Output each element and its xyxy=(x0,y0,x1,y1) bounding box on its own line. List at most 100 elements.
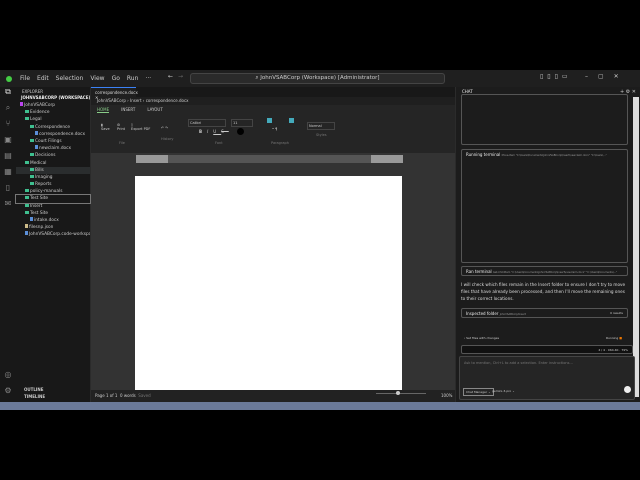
export-pdf-button[interactable]: ▯ Export PDF xyxy=(131,123,150,131)
account-icon[interactable]: ◎ xyxy=(0,370,16,386)
tree-item[interactable]: Correspondence xyxy=(16,124,90,131)
inspected-result: 0 results xyxy=(610,311,623,315)
search-icon[interactable]: ⌕ xyxy=(0,103,16,119)
tool-output-box xyxy=(461,94,628,145)
tree-item[interactable]: Test Site xyxy=(15,194,91,204)
inspected-folder-box[interactable]: Inspected folder JohnVSABCorp/Insert 0 re… xyxy=(461,308,628,318)
running-terminal-label: Running terminal xyxy=(466,152,501,157)
explorer-icon[interactable]: ⧉ xyxy=(0,87,16,103)
progress-text: 4 / 4 · 064.4K · 79% xyxy=(598,348,628,352)
editor-tab[interactable]: correspondence.docx ✕ xyxy=(91,87,138,100)
tree-item-label: JohnVSABCorp xyxy=(24,103,56,108)
tree-item[interactable]: Legal xyxy=(16,116,90,123)
menu-file[interactable]: File xyxy=(20,75,30,82)
document-editor: correspondence.docx ✕ JohnVSABCorp › Ins… xyxy=(91,87,455,402)
settings-gear-icon[interactable]: ⚙ xyxy=(0,386,16,402)
style-select[interactable]: Normal xyxy=(307,122,335,130)
tree-item[interactable]: Bills xyxy=(16,166,90,174)
menu-run[interactable]: Run xyxy=(127,75,139,82)
folder-icon xyxy=(30,124,34,128)
chat-input[interactable]: Ask to mention, Ctrl+L to add a selectio… xyxy=(459,356,635,400)
tree-item-label: Evidence xyxy=(30,110,50,116)
tree-item[interactable]: Imaging xyxy=(16,174,90,181)
workspace-header[interactable]: JOHNVSABCORP (WORKSPACE) xyxy=(16,94,90,102)
layout-icons[interactable]: ▯▯▯▭ xyxy=(540,73,572,80)
folder-icon xyxy=(30,174,34,178)
menu-view[interactable]: View xyxy=(90,75,104,82)
breadcrumb-item[interactable]: Insert xyxy=(130,98,141,103)
font-select[interactable]: Calibri xyxy=(188,119,226,127)
scrollbar[interactable] xyxy=(633,97,639,397)
folder-icon xyxy=(25,160,29,164)
tree-item[interactable]: Court Filings xyxy=(16,138,90,145)
timeline-section[interactable]: TIMELINE xyxy=(24,394,45,399)
keep-files-toggle[interactable]: › Set files with changes xyxy=(464,336,499,340)
align-left-button[interactable] xyxy=(267,118,272,123)
tree-item[interactable]: intake.docx xyxy=(16,217,90,224)
ran-terminal-box[interactable]: Ran terminal Get-ChildItem "C:\Users\Doc… xyxy=(461,266,628,276)
breadcrumb-item[interactable]: JohnVSABCorp xyxy=(97,98,126,103)
tree-item[interactable]: filesnp.json xyxy=(16,224,90,231)
command-center-search[interactable]: ⌕ JohnVSABCorp (Workspace) [Administrato… xyxy=(190,73,445,84)
tab-insert[interactable]: INSERT xyxy=(121,107,135,113)
folder-icon xyxy=(30,153,34,157)
tab-layout[interactable]: LAYOUT xyxy=(147,107,163,113)
window-controls[interactable]: –▢✕ xyxy=(585,73,629,80)
inspected-path: JohnVSABCorp/Insert xyxy=(499,313,526,316)
folder-icon xyxy=(25,210,29,214)
text-color-button[interactable] xyxy=(237,128,244,135)
folder-icon xyxy=(25,189,29,193)
tree-item[interactable]: JohnVSABCorp.code-workspace xyxy=(16,231,90,238)
document-icon[interactable]: ▯ xyxy=(0,183,16,199)
tree-item-label: Reports xyxy=(35,182,52,188)
tree-item-label: Decisions xyxy=(35,153,56,159)
model-select[interactable]: gemini-3-pro ⌄ xyxy=(492,389,515,393)
file-tree: JohnVSABCorp Evidence Legal Correspondence c… xyxy=(15,102,91,239)
menu-selection[interactable]: Selection xyxy=(56,75,84,82)
outline-section[interactable]: OUTLINE xyxy=(24,387,44,392)
menu-more[interactable]: ··· xyxy=(145,75,151,82)
mail-icon[interactable]: ✉ xyxy=(0,199,16,215)
tree-item-label: Medical xyxy=(30,160,47,166)
tree-item[interactable]: Decisions xyxy=(16,152,90,159)
font-size-select[interactable]: 11 xyxy=(231,119,253,127)
zoom-level: 100% xyxy=(441,393,453,398)
running-terminal-box[interactable]: Running terminal Move-Item "C:\Users\Doc… xyxy=(461,149,628,263)
print-button[interactable]: ⚙ Print xyxy=(117,123,125,131)
menu-go[interactable]: Go xyxy=(112,75,120,82)
send-button[interactable] xyxy=(624,386,631,393)
ran-terminal-label: Ran terminal xyxy=(466,269,492,274)
tab-home[interactable]: HOME xyxy=(97,107,110,113)
folder-icon xyxy=(25,203,29,207)
tree-item[interactable]: Medical xyxy=(16,160,90,167)
tree-item[interactable]: policy-manuals xyxy=(16,188,90,195)
tree-item[interactable]: Evidence xyxy=(16,109,90,116)
extensions-icon[interactable]: ▣ xyxy=(0,135,16,151)
table-icon[interactable]: ▦ xyxy=(0,167,16,183)
calendar-icon[interactable]: ▤ xyxy=(0,151,16,167)
zoom-slider[interactable] xyxy=(376,391,426,395)
mode-select[interactable]: Chat Manager ⌄ xyxy=(463,388,494,396)
save-button[interactable]: ▮ Save xyxy=(101,123,110,131)
undo-redo-buttons[interactable]: ↶ ↷ xyxy=(161,126,168,130)
tree-item-label: Bills xyxy=(35,167,44,173)
breadcrumb-item[interactable]: correspondence.docx xyxy=(146,98,189,103)
align-right-button[interactable] xyxy=(289,118,294,123)
format-buttons[interactable]: BIUS xyxy=(199,129,229,134)
chat-panel: CHAT + ⚙ ✕ Running terminal Move-Item "C… xyxy=(455,87,640,402)
tree-item[interactable]: Insert xyxy=(16,203,90,210)
tree-item[interactable]: Test Site xyxy=(16,210,90,217)
ruler[interactable] xyxy=(136,155,403,163)
tree-item[interactable]: JohnVSABCorp xyxy=(16,102,90,109)
tree-item-label: newclaim.docx xyxy=(39,146,72,152)
back-arrow-icon[interactable]: ← xyxy=(168,73,173,80)
source-control-icon[interactable]: ⑂ xyxy=(0,119,16,135)
tree-item[interactable]: correspondence.docx xyxy=(16,130,90,138)
folder-icon xyxy=(30,167,34,171)
tree-item[interactable]: Reports xyxy=(16,181,90,188)
list-buttons[interactable]: • ¶ xyxy=(272,127,277,131)
tree-item[interactable]: newclaim.docx xyxy=(16,145,90,152)
forward-arrow-icon[interactable]: → xyxy=(178,73,183,80)
document-page[interactable] xyxy=(135,176,402,390)
menu-edit[interactable]: Edit xyxy=(37,75,49,82)
